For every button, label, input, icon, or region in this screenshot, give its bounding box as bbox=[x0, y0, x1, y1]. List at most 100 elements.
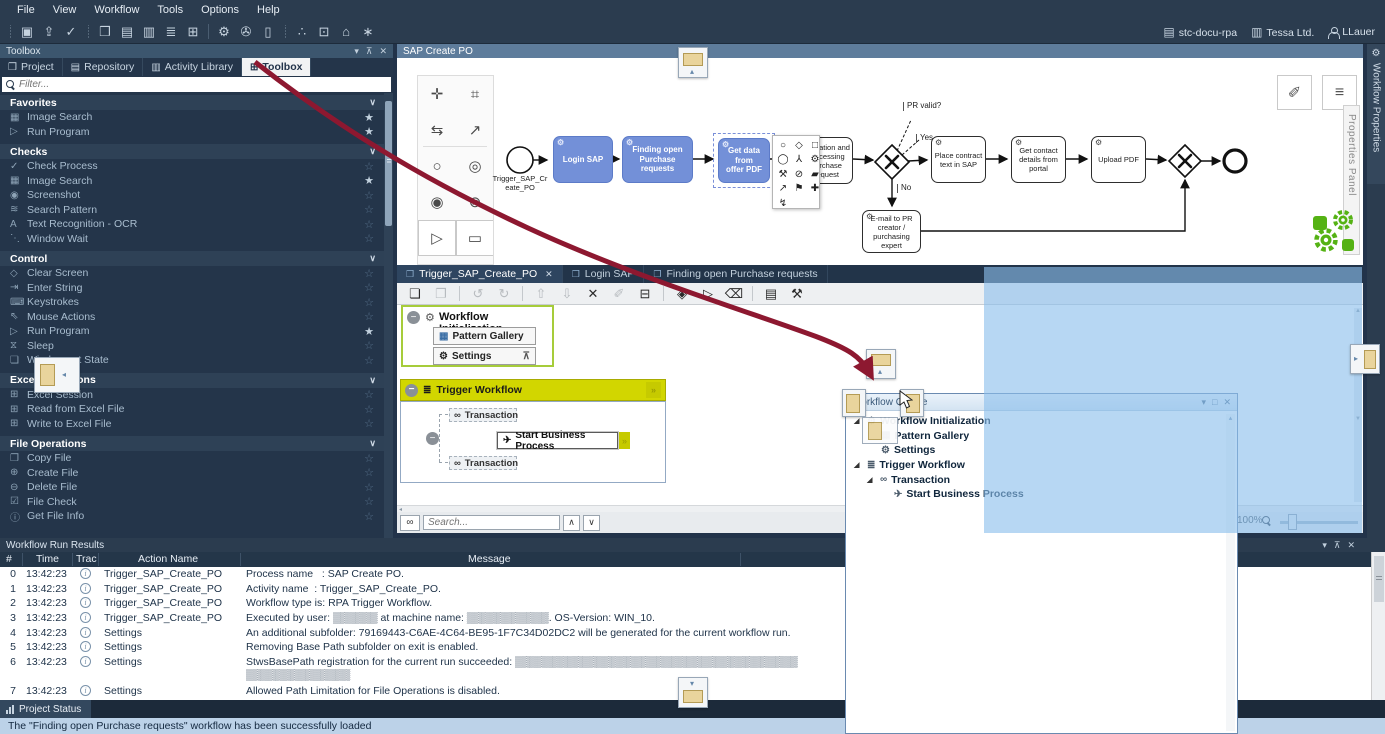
favorite-star-icon[interactable]: ☆ bbox=[362, 218, 376, 231]
favorite-star-icon[interactable]: ☆ bbox=[362, 339, 376, 352]
favorite-star-icon[interactable]: ☆ bbox=[362, 403, 376, 416]
search-previous-button[interactable]: ∧ bbox=[563, 515, 580, 531]
section-control[interactable]: Control∨ bbox=[0, 251, 384, 266]
search-input[interactable] bbox=[423, 515, 560, 530]
menu-file[interactable]: File bbox=[8, 4, 44, 16]
start-event-icon[interactable]: ○ bbox=[418, 148, 456, 184]
task-get-contact-details[interactable]: ⚙Get contact details from portal bbox=[1011, 136, 1066, 183]
filter-input[interactable] bbox=[19, 79, 387, 90]
favorite-star-icon[interactable]: ☆ bbox=[362, 160, 376, 173]
favorite-star-icon[interactable]: ☆ bbox=[362, 232, 376, 245]
task-place-contract-text[interactable]: ⚙Place contract text in SAP bbox=[931, 136, 986, 183]
menu-view[interactable]: View bbox=[44, 4, 86, 16]
diagram-window-title[interactable]: SAP Create PO bbox=[397, 44, 1363, 58]
document-info-icon[interactable]: ▯ bbox=[257, 24, 279, 40]
scrollbar-thumb[interactable] bbox=[1374, 556, 1384, 602]
toolbox-item[interactable]: ≋Search Pattern☆ bbox=[0, 203, 384, 218]
trigger-workflow-header[interactable]: − ≣ Trigger Workflow » bbox=[400, 379, 666, 401]
move-up-icon[interactable]: ⇧ bbox=[529, 286, 553, 302]
transaction-block[interactable]: ∞Transaction bbox=[449, 456, 517, 470]
pattern-gallery-button[interactable]: ▦Pattern Gallery bbox=[433, 327, 536, 345]
wrench-icon[interactable]: ⚒ bbox=[775, 167, 791, 182]
section-checks[interactable]: Checks∨ bbox=[0, 144, 384, 159]
configure-icon[interactable]: ⚒ bbox=[785, 286, 809, 302]
data-store-tool-icon[interactable]: ▤ bbox=[456, 256, 494, 265]
company-indicator[interactable]: ▥Tessa Ltd. bbox=[1251, 25, 1314, 39]
append-end-event-icon[interactable]: ◯ bbox=[775, 153, 791, 168]
menu-workflow[interactable]: Workflow bbox=[85, 4, 148, 16]
column-action-name[interactable]: Action Name bbox=[138, 553, 198, 565]
connections-icon[interactable]: ∴ bbox=[291, 24, 313, 40]
favorite-star-icon[interactable]: ☆ bbox=[362, 510, 376, 523]
workflow-initialization-block[interactable]: − ⚙ Workflow Initialization ▦Pattern Gal… bbox=[401, 305, 554, 367]
close-icon[interactable]: ✕ bbox=[545, 269, 553, 280]
dock-right-guide[interactable]: ▸ bbox=[1350, 344, 1380, 374]
close-icon[interactable]: ✕ bbox=[1347, 540, 1355, 551]
section-favorites[interactable]: Favorites∨ bbox=[0, 95, 384, 110]
favorite-star-icon[interactable]: ☆ bbox=[362, 296, 376, 309]
toolbox-item[interactable]: ⊞Write to Excel File☆ bbox=[0, 417, 384, 432]
favorite-star-icon[interactable]: ☆ bbox=[362, 310, 376, 323]
pin-icon[interactable]: ⊼ bbox=[366, 46, 373, 57]
toolbox-item[interactable]: ⋱Window Wait☆ bbox=[0, 232, 384, 247]
panel-menu-icon[interactable]: ▾ bbox=[1322, 540, 1327, 551]
bookmark-icon[interactable]: ⚑ bbox=[791, 182, 807, 197]
column-number[interactable]: # bbox=[6, 553, 12, 565]
folder-icon[interactable]: ▰ bbox=[807, 167, 823, 182]
toolbox-item[interactable]: ⇖Mouse Actions☆ bbox=[0, 310, 384, 325]
tab-toolbox[interactable]: ⊞Toolbox bbox=[242, 58, 311, 76]
favorite-star-icon[interactable]: ☆ bbox=[362, 452, 376, 465]
tab-repository[interactable]: ▤Repository bbox=[63, 58, 144, 76]
toolbox-item[interactable]: ⊖Delete File☆ bbox=[0, 480, 384, 495]
tab-project[interactable]: ❒Project bbox=[0, 58, 63, 76]
tab-login-sap[interactable]: ❒Login SAP bbox=[563, 265, 645, 283]
activity-library-icon[interactable]: ▥ bbox=[138, 24, 160, 40]
toolbar-grip[interactable] bbox=[8, 25, 12, 39]
copy-icon[interactable]: ❏ bbox=[403, 286, 427, 302]
task-upload-pdf[interactable]: ⚙Upload PDF bbox=[1091, 136, 1146, 183]
transport-icon[interactable]: ⊟ bbox=[633, 286, 657, 302]
tab-finding-open-purchase-requests[interactable]: ❒Finding open Purchase requests bbox=[644, 265, 827, 283]
undo-icon[interactable]: ↺ bbox=[466, 286, 490, 302]
dock-bottom-guide[interactable]: ▾ bbox=[678, 677, 708, 708]
select-tool-icon[interactable]: ⌗ bbox=[456, 76, 494, 112]
style-button[interactable]: ✐ bbox=[1277, 75, 1312, 110]
expander-icon[interactable]: ◢ bbox=[854, 461, 863, 469]
dock-top-guide[interactable]: ▴ bbox=[678, 47, 708, 78]
favorite-star-icon[interactable]: ☆ bbox=[362, 495, 376, 508]
toolbox-item[interactable]: ⊕Create File☆ bbox=[0, 466, 384, 481]
package-icon[interactable]: ⊞ bbox=[182, 24, 204, 40]
toolbar-grip[interactable] bbox=[283, 25, 287, 39]
toolbox-item[interactable]: ▦Image Search★ bbox=[0, 174, 384, 189]
run-icon[interactable]: ▷ bbox=[696, 286, 720, 302]
end-event-icon[interactable]: ◉ bbox=[418, 184, 456, 220]
section-file-operations[interactable]: File Operations∨ bbox=[0, 436, 384, 451]
tab-workflow-properties[interactable]: ⚙ Workflow Properties bbox=[1367, 44, 1385, 184]
column-message[interactable]: Message bbox=[468, 553, 511, 565]
move-down-icon[interactable]: ⇩ bbox=[555, 286, 579, 302]
pan-tool-icon[interactable]: ✛ bbox=[418, 76, 456, 112]
report-icon[interactable]: ≣ bbox=[160, 24, 182, 40]
chevron-right-icon[interactable]: » bbox=[646, 382, 661, 398]
paste-icon[interactable]: ❐ bbox=[429, 286, 453, 302]
favorite-star-icon[interactable]: ☆ bbox=[362, 354, 376, 367]
toolbox-item[interactable]: ⇥Enter String☆ bbox=[0, 281, 384, 296]
validate-icon[interactable]: ✓ bbox=[60, 24, 82, 40]
menu-tools[interactable]: Tools bbox=[148, 4, 192, 16]
space-tool-icon[interactable]: ⇆ bbox=[418, 112, 456, 148]
remote-monitor-icon[interactable]: ⊡ bbox=[313, 24, 335, 40]
favorite-star-icon[interactable]: ☆ bbox=[362, 203, 376, 216]
favorite-star-icon[interactable]: ☆ bbox=[362, 481, 376, 494]
favorite-star-icon[interactable]: ☆ bbox=[362, 189, 376, 202]
toolbox-item[interactable]: ▷Run Program★ bbox=[0, 324, 384, 339]
favorite-star-icon[interactable]: ★ bbox=[362, 325, 376, 338]
home-icon[interactable]: ⌂ bbox=[335, 24, 357, 39]
document-tool-icon[interactable]: ❒ bbox=[418, 256, 456, 265]
pin-icon[interactable]: ⊼ bbox=[1334, 540, 1341, 551]
task-tool-icon[interactable]: ▷ bbox=[418, 220, 456, 256]
dock-center-right-guide[interactable] bbox=[900, 389, 924, 417]
toolbox-item[interactable]: ☑File Check☆ bbox=[0, 495, 384, 510]
toolbox-item[interactable]: ▦Image Search★ bbox=[0, 110, 384, 125]
append-event-icon[interactable]: ○ bbox=[775, 138, 791, 153]
save-icon[interactable]: ▣ bbox=[16, 24, 38, 40]
